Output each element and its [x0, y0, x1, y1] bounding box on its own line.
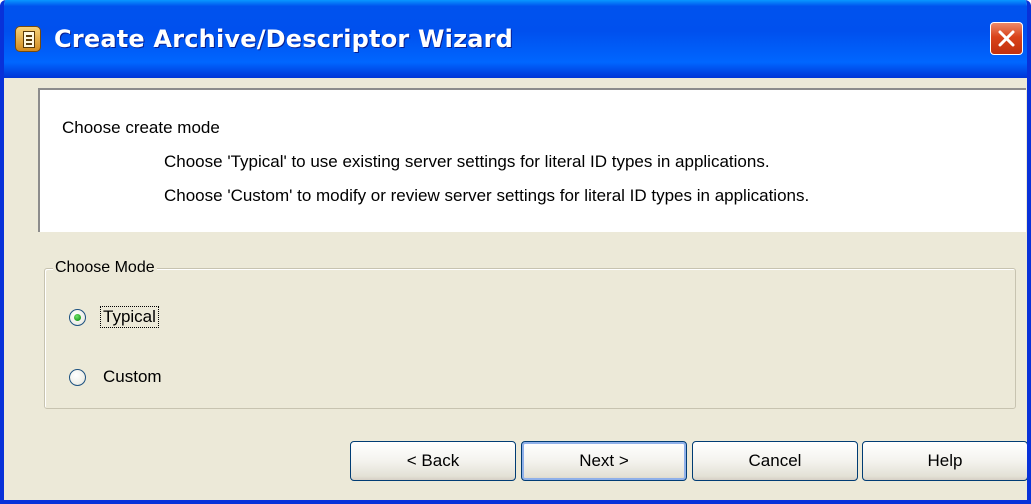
- step-description-custom: Choose 'Custom' to modify or review serv…: [164, 186, 810, 205]
- title-bar[interactable]: Create Archive/Descriptor Wizard: [4, 0, 1027, 78]
- help-button[interactable]: Help: [862, 441, 1027, 481]
- wizard-dialog: Create Archive/Descriptor Wizard Choose …: [0, 0, 1031, 504]
- radio-label-custom[interactable]: Custom: [101, 367, 164, 387]
- radio-label-typical[interactable]: Typical: [100, 306, 159, 328]
- step-title: Choose create mode: [62, 118, 220, 137]
- radio-custom[interactable]: [69, 369, 86, 386]
- wizard-app-icon: [15, 26, 41, 52]
- wizard-header-panel: Choose create mode Choose 'Typical' to u…: [38, 88, 1026, 232]
- step-description-typical: Choose 'Typical' to use existing server …: [164, 152, 770, 171]
- group-legend: Choose Mode: [53, 259, 157, 277]
- close-icon: [998, 30, 1015, 47]
- cancel-button[interactable]: Cancel: [692, 441, 858, 481]
- radio-typical[interactable]: [69, 309, 86, 326]
- next-button[interactable]: Next >: [521, 441, 687, 481]
- choose-mode-group: Choose Mode Typical Custom: [44, 259, 1016, 409]
- window-title: Create Archive/Descriptor Wizard: [54, 25, 514, 53]
- close-button[interactable]: [990, 22, 1023, 55]
- back-button[interactable]: < Back: [350, 441, 516, 481]
